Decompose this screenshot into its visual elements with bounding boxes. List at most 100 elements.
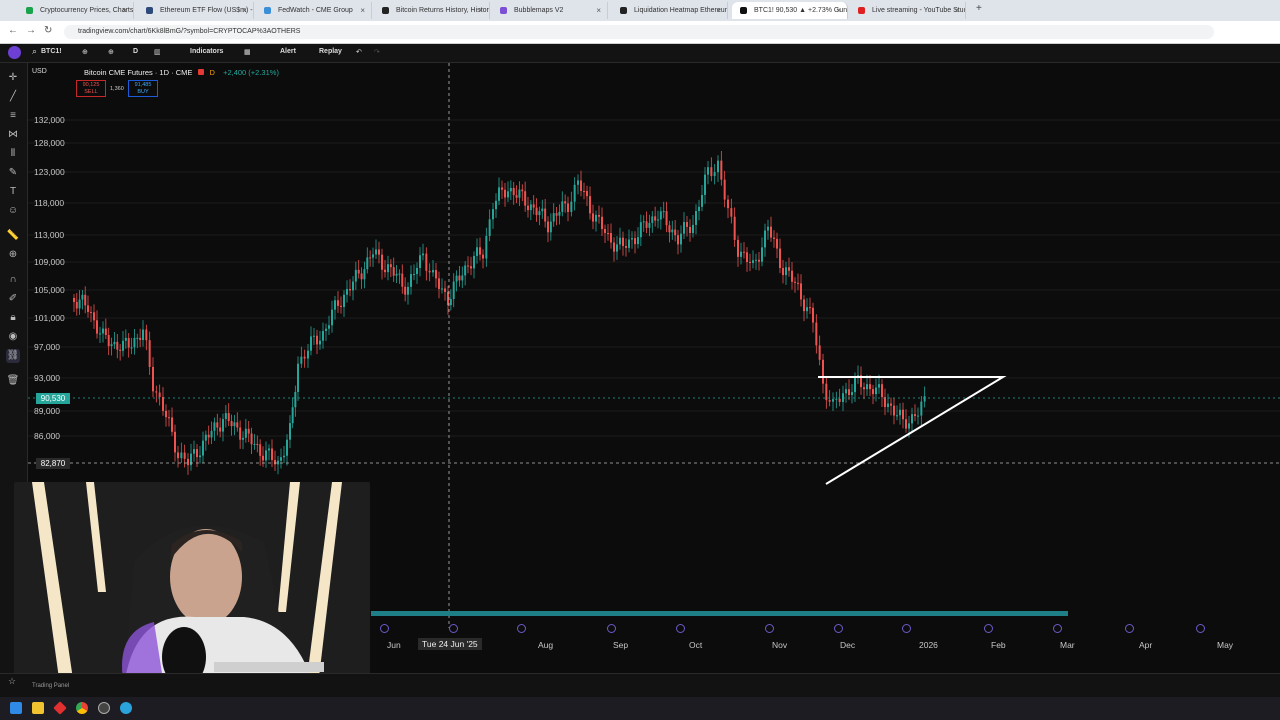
pattern-icon[interactable]: ⋈ xyxy=(6,128,20,142)
text-icon[interactable]: T xyxy=(6,185,20,199)
magnet-icon[interactable]: ∩ xyxy=(6,273,20,287)
obs-icon[interactable] xyxy=(98,702,110,714)
fib-icon[interactable]: ≡ xyxy=(6,109,20,123)
alert-button[interactable]: Alert xyxy=(280,48,296,55)
event-marker-icon[interactable] xyxy=(676,624,685,633)
ruler-icon[interactable]: 📏 xyxy=(6,229,20,243)
brush-icon[interactable]: ✎ xyxy=(6,166,20,180)
tab-close-icon[interactable]: × xyxy=(716,2,721,19)
telegram-icon[interactable] xyxy=(120,702,132,714)
browser-tab[interactable]: Live streaming - YouTube Studio × xyxy=(850,2,966,19)
tab-close-icon[interactable]: × xyxy=(122,2,127,19)
event-marker-icon[interactable] xyxy=(1125,624,1134,633)
tab-close-icon[interactable]: × xyxy=(478,2,483,19)
url-field[interactable]: tradingview.com/chart/6Kk8lBmG/?symbol=C… xyxy=(64,25,1214,39)
y-tick-label: 93,000 xyxy=(34,373,60,383)
browser-tab[interactable]: Bubblemaps V2 × xyxy=(492,2,608,19)
event-marker-icon[interactable] xyxy=(1053,624,1062,633)
tab-favicon-icon xyxy=(500,7,507,14)
y-tick-label: 123,000 xyxy=(34,167,65,177)
status-dot-red xyxy=(198,69,205,75)
trendline-icon[interactable]: ╱ xyxy=(6,90,20,104)
tab-close-icon[interactable]: × xyxy=(596,2,601,19)
tab-close-icon[interactable]: × xyxy=(242,2,247,19)
candle-body xyxy=(625,246,627,248)
event-marker-icon[interactable] xyxy=(984,624,993,633)
back-icon[interactable]: ← xyxy=(8,25,18,36)
candle-body xyxy=(631,238,633,240)
webcam-image xyxy=(14,482,370,686)
buy-button[interactable]: 91,485 BUY xyxy=(128,80,158,97)
tab-favicon-icon xyxy=(264,7,271,14)
layout-icon[interactable]: ▦ xyxy=(244,48,251,56)
candle-body xyxy=(616,244,618,252)
chart-type-icon[interactable]: ▥ xyxy=(154,48,161,56)
candle-body xyxy=(570,201,573,213)
event-marker-icon[interactable] xyxy=(517,624,526,633)
search-icon[interactable]: ⌕ xyxy=(32,46,37,57)
event-marker-icon[interactable] xyxy=(449,624,458,633)
replay-button[interactable]: Replay xyxy=(319,48,342,55)
candle-body xyxy=(634,238,636,245)
forward-icon[interactable]: → xyxy=(26,25,36,36)
browser-tab[interactable]: BTC1! 90,530 ▲ +2.73% Gunlük × xyxy=(732,2,848,19)
emoji-icon[interactable]: ☺ xyxy=(6,204,20,218)
new-tab-button[interactable]: + xyxy=(976,3,982,14)
file-explorer-icon[interactable] xyxy=(32,702,44,714)
candle-body xyxy=(791,270,793,282)
star-icon[interactable]: ☆ xyxy=(8,676,16,687)
link-icon[interactable]: ⛓ xyxy=(6,349,20,363)
sell-button[interactable]: 90,125 SELL xyxy=(76,80,106,97)
candle-body xyxy=(213,422,216,431)
browser-tab[interactable]: FedWatch - CME Group × xyxy=(256,2,372,19)
candle-body xyxy=(96,320,98,334)
event-marker-icon[interactable] xyxy=(765,624,774,633)
x-tick-label: Apr xyxy=(1139,640,1153,650)
compare-icon[interactable]: ⊕ xyxy=(82,48,88,56)
candle-body xyxy=(300,356,303,364)
browser-tab[interactable]: Ethereum ETF Flow (US$m) - Fa × xyxy=(138,2,254,19)
trading-panel-label[interactable]: Trading Panel xyxy=(32,683,69,689)
symbol-search[interactable]: BTC1! xyxy=(41,48,62,55)
timeline-scrollbar[interactable] xyxy=(371,611,1068,616)
candle-body xyxy=(507,191,509,198)
candle-body xyxy=(692,224,694,233)
app-red-icon[interactable] xyxy=(53,701,67,715)
draw-mode-icon[interactable]: ✐ xyxy=(6,292,20,306)
zoom-icon[interactable]: ⊕ xyxy=(6,248,20,262)
forecast-icon[interactable]: ⫴ xyxy=(6,147,20,161)
chrome-icon[interactable] xyxy=(76,702,88,714)
indicators-button[interactable]: Indicators xyxy=(190,48,223,55)
browser-tab[interactable]: Cryptocurrency Prices, Charts a × xyxy=(18,2,134,19)
tab-close-icon[interactable]: × xyxy=(360,2,365,19)
candle-body xyxy=(210,430,213,438)
browser-tab[interactable]: Liquidation Heatmap Ethereum × xyxy=(612,2,728,19)
undo-icon[interactable]: ↶ xyxy=(356,48,362,56)
candle-body xyxy=(230,421,233,427)
event-marker-icon[interactable] xyxy=(834,624,843,633)
interval-button[interactable]: D xyxy=(133,48,138,55)
user-avatar[interactable] xyxy=(8,46,21,59)
redo-icon[interactable]: ↷ xyxy=(374,48,380,56)
event-marker-icon[interactable] xyxy=(607,624,616,633)
tab-close-icon[interactable]: × xyxy=(836,2,841,19)
browser-tab[interactable]: Bitcoin Returns History, Historic × xyxy=(374,2,490,19)
candle-body xyxy=(492,209,494,220)
trash-icon[interactable]: 🗑︎ xyxy=(6,374,20,388)
event-marker-icon[interactable] xyxy=(902,624,911,633)
eye-icon[interactable]: ◉ xyxy=(6,330,20,344)
currency-selector[interactable]: USD xyxy=(32,68,47,75)
windows-start-icon[interactable] xyxy=(10,702,22,714)
candle-body xyxy=(485,235,488,259)
candle-body xyxy=(920,401,923,416)
event-marker-icon[interactable] xyxy=(1196,624,1205,633)
candle-body xyxy=(869,384,871,390)
candle-body xyxy=(277,460,279,465)
tab-close-icon[interactable]: × xyxy=(954,2,959,19)
reload-icon[interactable]: ↻ xyxy=(44,25,52,36)
event-marker-icon[interactable] xyxy=(380,624,389,633)
crosshair-icon[interactable]: ✛ xyxy=(6,71,20,85)
add-symbol-icon[interactable]: ⊕ xyxy=(108,48,114,56)
candle-body xyxy=(346,288,348,295)
lock-icon[interactable]: 🔒︎ xyxy=(6,311,20,325)
